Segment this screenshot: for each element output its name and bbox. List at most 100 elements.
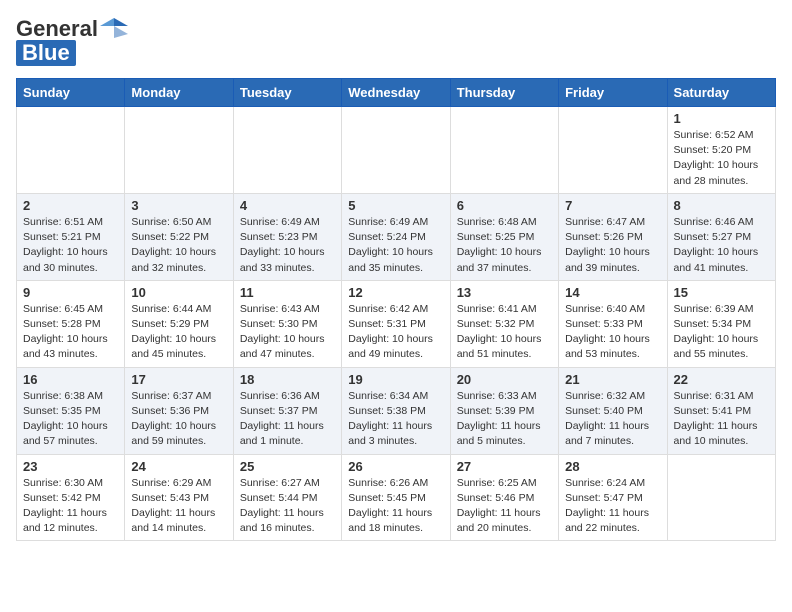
weekday-header-thursday: Thursday xyxy=(450,79,558,107)
weekday-header-tuesday: Tuesday xyxy=(233,79,341,107)
day-info: Sunrise: 6:47 AM Sunset: 5:26 PM Dayligh… xyxy=(565,215,660,276)
calendar-day-cell: 18 Sunrise: 6:36 AM Sunset: 5:37 PM Dayli… xyxy=(233,367,341,454)
logo: General Blue xyxy=(16,16,128,66)
calendar-day-cell: 4 Sunrise: 6:49 AM Sunset: 5:23 PM Daylig… xyxy=(233,193,341,280)
day-number: 21 xyxy=(565,372,660,387)
calendar-day-cell: 15 Sunrise: 6:39 AM Sunset: 5:34 PM Dayli… xyxy=(667,280,775,367)
day-info: Sunrise: 6:38 AM Sunset: 5:35 PM Dayligh… xyxy=(23,389,118,450)
day-info: Sunrise: 6:30 AM Sunset: 5:42 PM Dayligh… xyxy=(23,476,118,537)
day-number: 25 xyxy=(240,459,335,474)
day-number: 9 xyxy=(23,285,118,300)
day-info: Sunrise: 6:40 AM Sunset: 5:33 PM Dayligh… xyxy=(565,302,660,363)
day-number: 17 xyxy=(131,372,226,387)
day-info: Sunrise: 6:33 AM Sunset: 5:39 PM Dayligh… xyxy=(457,389,552,450)
day-info: Sunrise: 6:49 AM Sunset: 5:23 PM Dayligh… xyxy=(240,215,335,276)
day-info: Sunrise: 6:27 AM Sunset: 5:44 PM Dayligh… xyxy=(240,476,335,537)
day-info: Sunrise: 6:37 AM Sunset: 5:36 PM Dayligh… xyxy=(131,389,226,450)
day-number: 1 xyxy=(674,111,769,126)
calendar-day-cell: 11 Sunrise: 6:43 AM Sunset: 5:30 PM Dayli… xyxy=(233,280,341,367)
day-info: Sunrise: 6:34 AM Sunset: 5:38 PM Dayligh… xyxy=(348,389,443,450)
day-info: Sunrise: 6:43 AM Sunset: 5:30 PM Dayligh… xyxy=(240,302,335,363)
day-number: 5 xyxy=(348,198,443,213)
day-info: Sunrise: 6:36 AM Sunset: 5:37 PM Dayligh… xyxy=(240,389,335,450)
day-number: 6 xyxy=(457,198,552,213)
day-info: Sunrise: 6:52 AM Sunset: 5:20 PM Dayligh… xyxy=(674,128,769,189)
calendar-day-cell: 17 Sunrise: 6:37 AM Sunset: 5:36 PM Dayli… xyxy=(125,367,233,454)
calendar-day-cell: 7 Sunrise: 6:47 AM Sunset: 5:26 PM Daylig… xyxy=(559,193,667,280)
weekday-header-wednesday: Wednesday xyxy=(342,79,450,107)
day-info: Sunrise: 6:49 AM Sunset: 5:24 PM Dayligh… xyxy=(348,215,443,276)
calendar-day-cell xyxy=(342,107,450,194)
calendar-day-cell: 10Sunrise: 6:44 AM Sunset: 5:29 PM Dayli… xyxy=(125,280,233,367)
day-number: 4 xyxy=(240,198,335,213)
day-number: 24 xyxy=(131,459,226,474)
calendar-day-cell: 9 Sunrise: 6:45 AM Sunset: 5:28 PM Daylig… xyxy=(17,280,125,367)
day-number: 18 xyxy=(240,372,335,387)
calendar-day-cell xyxy=(233,107,341,194)
calendar-day-cell: 28 Sunrise: 6:24 AM Sunset: 5:47 PM Dayli… xyxy=(559,454,667,541)
calendar-day-cell: 12 Sunrise: 6:42 AM Sunset: 5:31 PM Dayli… xyxy=(342,280,450,367)
day-number: 23 xyxy=(23,459,118,474)
calendar-day-cell: 6 Sunrise: 6:48 AM Sunset: 5:25 PM Daylig… xyxy=(450,193,558,280)
calendar-day-cell: 5 Sunrise: 6:49 AM Sunset: 5:24 PM Daylig… xyxy=(342,193,450,280)
calendar-week-row: 23 Sunrise: 6:30 AM Sunset: 5:42 PM Dayli… xyxy=(17,454,776,541)
calendar-day-cell: 26 Sunrise: 6:26 AM Sunset: 5:45 PM Dayli… xyxy=(342,454,450,541)
calendar-day-cell: 22 Sunrise: 6:31 AM Sunset: 5:41 PM Dayli… xyxy=(667,367,775,454)
day-number: 10 xyxy=(131,285,226,300)
calendar-day-cell: 20 Sunrise: 6:33 AM Sunset: 5:39 PM Dayli… xyxy=(450,367,558,454)
day-info: Sunrise: 6:45 AM Sunset: 5:28 PM Dayligh… xyxy=(23,302,118,363)
day-info: Sunrise: 6:29 AM Sunset: 5:43 PM Dayligh… xyxy=(131,476,226,537)
day-number: 19 xyxy=(348,372,443,387)
logo-bird-icon xyxy=(100,16,128,38)
day-info: Sunrise: 6:39 AM Sunset: 5:34 PM Dayligh… xyxy=(674,302,769,363)
day-info: Sunrise: 6:24 AM Sunset: 5:47 PM Dayligh… xyxy=(565,476,660,537)
day-number: 13 xyxy=(457,285,552,300)
calendar-day-cell: 23 Sunrise: 6:30 AM Sunset: 5:42 PM Dayli… xyxy=(17,454,125,541)
day-number: 28 xyxy=(565,459,660,474)
day-info: Sunrise: 6:51 AM Sunset: 5:21 PM Dayligh… xyxy=(23,215,118,276)
calendar-day-cell xyxy=(667,454,775,541)
weekday-header-saturday: Saturday xyxy=(667,79,775,107)
calendar-day-cell xyxy=(17,107,125,194)
day-number: 7 xyxy=(565,198,660,213)
day-info: Sunrise: 6:42 AM Sunset: 5:31 PM Dayligh… xyxy=(348,302,443,363)
calendar-day-cell: 27 Sunrise: 6:25 AM Sunset: 5:46 PM Dayli… xyxy=(450,454,558,541)
calendar-day-cell xyxy=(125,107,233,194)
calendar-day-cell: 2Sunrise: 6:51 AM Sunset: 5:21 PM Daylig… xyxy=(17,193,125,280)
day-number: 8 xyxy=(674,198,769,213)
day-number: 26 xyxy=(348,459,443,474)
calendar-table: SundayMondayTuesdayWednesdayThursdayFrid… xyxy=(16,78,776,541)
weekday-header-sunday: Sunday xyxy=(17,79,125,107)
calendar-day-cell: 25 Sunrise: 6:27 AM Sunset: 5:44 PM Dayli… xyxy=(233,454,341,541)
calendar-day-cell: 1 Sunrise: 6:52 AM Sunset: 5:20 PM Daylig… xyxy=(667,107,775,194)
day-number: 15 xyxy=(674,285,769,300)
day-number: 20 xyxy=(457,372,552,387)
calendar-week-row: 1 Sunrise: 6:52 AM Sunset: 5:20 PM Daylig… xyxy=(17,107,776,194)
calendar-day-cell: 3Sunrise: 6:50 AM Sunset: 5:22 PM Daylig… xyxy=(125,193,233,280)
day-info: Sunrise: 6:46 AM Sunset: 5:27 PM Dayligh… xyxy=(674,215,769,276)
weekday-header-monday: Monday xyxy=(125,79,233,107)
day-number: 11 xyxy=(240,285,335,300)
day-info: Sunrise: 6:48 AM Sunset: 5:25 PM Dayligh… xyxy=(457,215,552,276)
calendar-day-cell: 13 Sunrise: 6:41 AM Sunset: 5:32 PM Dayli… xyxy=(450,280,558,367)
weekday-header-friday: Friday xyxy=(559,79,667,107)
day-number: 14 xyxy=(565,285,660,300)
calendar-week-row: 16Sunrise: 6:38 AM Sunset: 5:35 PM Dayli… xyxy=(17,367,776,454)
day-info: Sunrise: 6:50 AM Sunset: 5:22 PM Dayligh… xyxy=(131,215,226,276)
logo-general-text: General xyxy=(16,16,98,42)
calendar-day-cell: 19 Sunrise: 6:34 AM Sunset: 5:38 PM Dayli… xyxy=(342,367,450,454)
day-info: Sunrise: 6:26 AM Sunset: 5:45 PM Dayligh… xyxy=(348,476,443,537)
day-info: Sunrise: 6:41 AM Sunset: 5:32 PM Dayligh… xyxy=(457,302,552,363)
calendar-week-row: 2Sunrise: 6:51 AM Sunset: 5:21 PM Daylig… xyxy=(17,193,776,280)
day-info: Sunrise: 6:25 AM Sunset: 5:46 PM Dayligh… xyxy=(457,476,552,537)
calendar-day-cell xyxy=(559,107,667,194)
calendar-day-cell: 8 Sunrise: 6:46 AM Sunset: 5:27 PM Daylig… xyxy=(667,193,775,280)
calendar-day-cell: 24 Sunrise: 6:29 AM Sunset: 5:43 PM Dayli… xyxy=(125,454,233,541)
day-number: 27 xyxy=(457,459,552,474)
day-info: Sunrise: 6:31 AM Sunset: 5:41 PM Dayligh… xyxy=(674,389,769,450)
calendar-day-cell: 14 Sunrise: 6:40 AM Sunset: 5:33 PM Dayli… xyxy=(559,280,667,367)
day-number: 22 xyxy=(674,372,769,387)
page-header: General Blue xyxy=(16,16,776,66)
day-number: 12 xyxy=(348,285,443,300)
weekday-header-row: SundayMondayTuesdayWednesdayThursdayFrid… xyxy=(17,79,776,107)
